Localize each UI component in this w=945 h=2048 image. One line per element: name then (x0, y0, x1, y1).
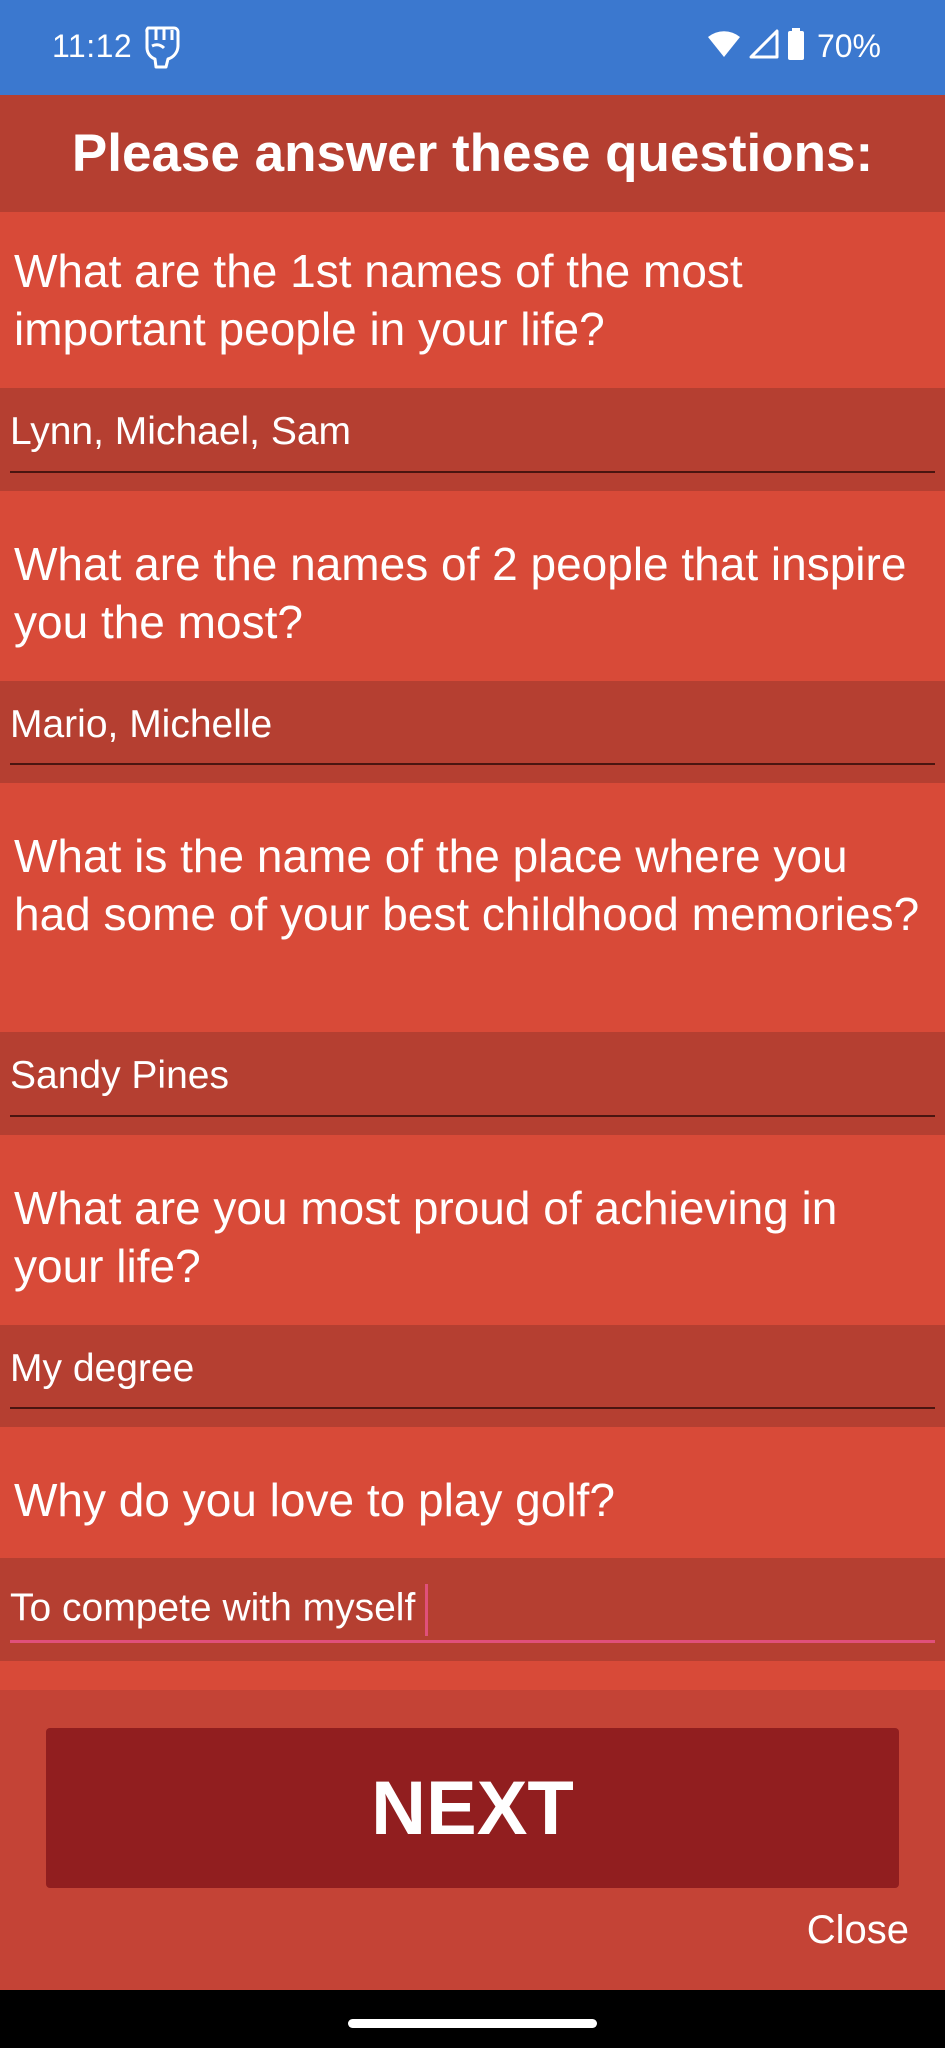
question-text: What are the 1st names of the most impor… (14, 245, 743, 355)
answer-input-value[interactable]: Mario, Michelle (10, 703, 272, 747)
fist-icon (142, 22, 182, 70)
answer-field-1[interactable]: Lynn, Michael, Sam (0, 388, 945, 491)
question-text: What are you most proud of achieving in … (14, 1182, 838, 1292)
answer-field-5[interactable]: To compete with myself (0, 1558, 945, 1661)
input-underline (10, 1407, 935, 1409)
question-text: Why do you love to play golf? (14, 1474, 615, 1526)
answer-field-4[interactable]: My degree (0, 1325, 945, 1427)
close-button[interactable]: Close (807, 1908, 909, 1953)
text-cursor (425, 1584, 429, 1636)
answer-input-value[interactable]: To compete with myself (10, 1584, 429, 1636)
input-underline-focused (10, 1640, 935, 1643)
question-1: What are the 1st names of the most impor… (0, 212, 945, 388)
input-underline (10, 763, 935, 765)
status-bar: 11:12 70% (0, 0, 945, 95)
next-button[interactable]: NEXT (46, 1728, 899, 1888)
status-indicators: 70% (707, 26, 881, 66)
battery-icon (787, 27, 805, 65)
input-underline (10, 471, 935, 473)
page-title: Please answer these questions: (71, 124, 874, 183)
question-5: Why do you love to play golf? (0, 1427, 945, 1558)
answer-input-value[interactable]: Sandy Pines (10, 1054, 229, 1098)
page-header: Please answer these questions: (0, 95, 945, 212)
cell-signal-icon (749, 29, 779, 64)
status-time: 11:12 (52, 28, 133, 64)
question-3: What is the name of the place where you … (0, 783, 945, 1032)
battery-percent: 70% (816, 27, 881, 64)
wifi-icon (707, 30, 741, 63)
answer-input-value[interactable]: My degree (10, 1347, 194, 1391)
question-text: What are the names of 2 people that insp… (14, 538, 907, 648)
bottom-action-panel: NEXT Close (0, 1690, 945, 1990)
input-underline (10, 1115, 935, 1117)
home-gesture-handle[interactable] (348, 2019, 597, 2028)
answer-field-3[interactable]: Sandy Pines (0, 1032, 945, 1135)
question-2: What are the names of 2 people that insp… (0, 491, 945, 681)
question-text: What is the name of the place where you … (14, 830, 920, 940)
answer-input-value[interactable]: Lynn, Michael, Sam (10, 410, 351, 454)
answer-field-2[interactable]: Mario, Michelle (0, 681, 945, 783)
system-navigation-bar (0, 1990, 945, 2048)
question-4: What are you most proud of achieving in … (0, 1135, 945, 1325)
